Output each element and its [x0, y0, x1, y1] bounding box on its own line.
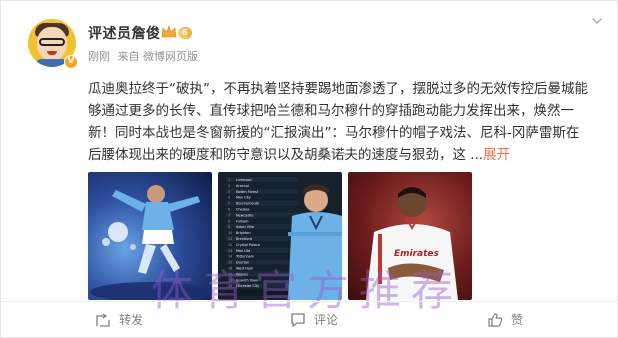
level-badge: 6 — [178, 27, 192, 39]
like-label: 赞 — [511, 313, 524, 327]
comment-button[interactable]: 评论 — [290, 310, 350, 330]
post-content: 瓜迪奥拉终于“破执”，不再执着坚持要踢地面渗透了，摆脱过多的无效传控后曼城能够通… — [88, 78, 588, 166]
comment-icon — [291, 313, 305, 327]
comment-label: 评论 — [314, 313, 339, 327]
avatar-glasses — [39, 38, 65, 46]
post-time[interactable]: 刚刚 — [88, 50, 110, 63]
repost-label: 转发 — [119, 313, 144, 327]
chevron-down-icon[interactable] — [591, 15, 603, 27]
verified-badge-icon: V — [64, 55, 78, 69]
weibo-post-card: V 评述员詹俊 6 刚刚 来自 微博网页版 瓜迪奥拉终于“破执”，不再执着坚持要… — [0, 0, 618, 338]
crown-icon — [161, 25, 177, 38]
repost-icon — [96, 313, 110, 327]
expand-link[interactable]: 展开 — [483, 147, 510, 163]
post-meta: 刚刚 来自 微博网页版 — [88, 48, 202, 64]
thumbs-up-icon — [488, 313, 503, 327]
post-source: 来自 微博网页版 — [117, 50, 199, 63]
post-text: 瓜迪奥拉终于“破执”，不再执着坚持要踢地面渗透了，摆脱过多的无效传控后曼城能够通… — [88, 81, 588, 163]
username[interactable]: 评述员詹俊 — [88, 23, 161, 43]
like-button[interactable]: 赞 — [487, 310, 547, 330]
post-actions: 转发 评论 赞 — [1, 301, 618, 337]
repost-button[interactable]: 转发 — [95, 310, 155, 330]
